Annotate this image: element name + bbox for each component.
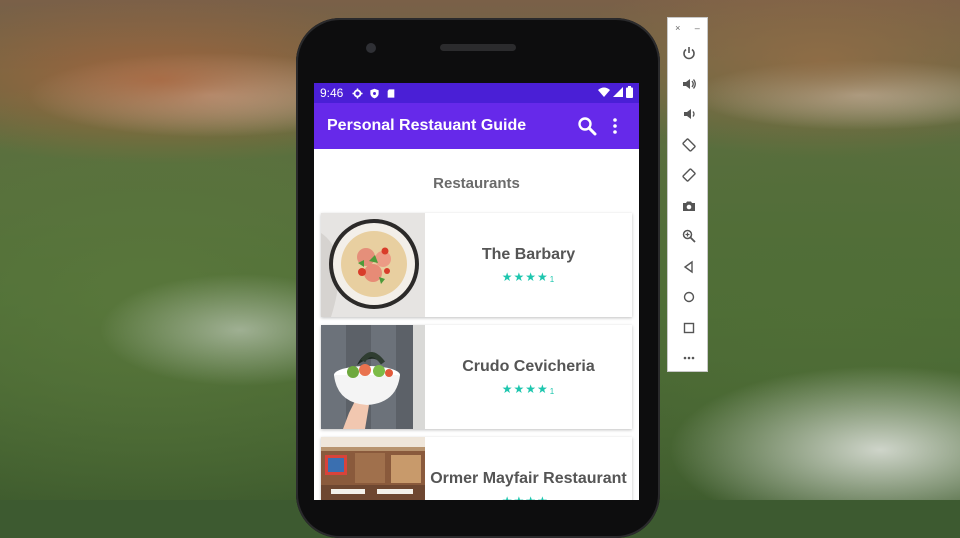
power-button[interactable] bbox=[668, 38, 709, 69]
wifi-icon bbox=[598, 86, 610, 100]
search-icon bbox=[578, 117, 597, 136]
minimize-window-button[interactable]: – bbox=[695, 23, 700, 33]
back-icon bbox=[683, 260, 693, 274]
restaurant-photo bbox=[321, 325, 425, 429]
restaurant-card[interactable]: Crudo Cevicheria ★★★★ 1 bbox=[321, 325, 632, 429]
restaurant-name: The Barbary bbox=[481, 246, 576, 263]
phone-screen: 9:46 Personal Restauant Guide Restaurant… bbox=[314, 83, 639, 500]
overview-icon bbox=[683, 322, 694, 333]
restaurant-info: The Barbary ★★★★ 1 bbox=[425, 213, 632, 317]
back-button[interactable] bbox=[668, 252, 709, 283]
rating-bar: ★★★★ 1 bbox=[502, 494, 555, 500]
section-title: Restaurants bbox=[433, 175, 520, 192]
restaurant-info: Ormer Mayfair Restaurant ★★★★ 1 bbox=[425, 437, 632, 500]
rating-stars: ★★★★ bbox=[502, 494, 549, 500]
zoom-icon bbox=[682, 230, 696, 243]
status-time: 9:46 bbox=[320, 86, 344, 100]
rating-bar: ★★★★ 1 bbox=[502, 270, 555, 284]
status-bar: 9:46 bbox=[314, 83, 639, 103]
earpiece-speaker bbox=[440, 44, 516, 51]
volume-up-icon bbox=[682, 78, 696, 89]
emulator-toolbar: × – bbox=[667, 17, 708, 372]
app-title: Personal Restauant Guide bbox=[327, 117, 527, 134]
rotate-right-button[interactable] bbox=[668, 160, 709, 191]
status-right-icons bbox=[598, 85, 633, 101]
app-bar: Personal Restauant Guide bbox=[314, 103, 639, 149]
rating-count: 1 bbox=[549, 387, 556, 396]
volume-up-button[interactable] bbox=[668, 69, 709, 100]
rotate-right-icon bbox=[681, 168, 696, 182]
signal-icon bbox=[613, 86, 623, 100]
restaurant-photo bbox=[321, 437, 425, 500]
overflow-menu-button[interactable] bbox=[601, 112, 629, 140]
volume-down-button[interactable] bbox=[668, 99, 709, 130]
rating-stars: ★★★★ bbox=[501, 382, 549, 396]
rotate-left-button[interactable] bbox=[668, 130, 709, 161]
overview-button[interactable] bbox=[668, 313, 709, 344]
home-button[interactable] bbox=[668, 282, 709, 313]
rating-stars: ★★★★ bbox=[501, 270, 549, 284]
restaurant-photo bbox=[321, 213, 425, 317]
rating-bar: ★★★★ 1 bbox=[502, 382, 555, 396]
settings-icon bbox=[351, 87, 363, 99]
restaurant-name: Ormer Mayfair Restaurant bbox=[430, 470, 627, 487]
search-button[interactable] bbox=[573, 112, 601, 140]
more-vert-icon bbox=[613, 118, 617, 134]
shield-icon bbox=[368, 87, 380, 99]
screenshot-button[interactable] bbox=[668, 191, 709, 222]
restaurant-info: Crudo Cevicheria ★★★★ 1 bbox=[425, 325, 632, 429]
more-options-button[interactable] bbox=[668, 343, 709, 374]
restaurant-card[interactable]: The Barbary ★★★★ 1 bbox=[321, 213, 632, 317]
restaurant-name: Crudo Cevicheria bbox=[462, 358, 595, 375]
sd-card-icon bbox=[385, 87, 397, 99]
home-icon bbox=[683, 292, 694, 303]
battery-icon bbox=[626, 85, 633, 101]
camera-icon bbox=[682, 201, 695, 211]
rotate-left-icon bbox=[681, 138, 696, 152]
toolbar-window-controls: × – bbox=[668, 18, 707, 38]
zoom-button[interactable] bbox=[668, 221, 709, 252]
restaurant-card[interactable]: Ormer Mayfair Restaurant ★★★★ 1 bbox=[321, 437, 632, 500]
front-camera bbox=[366, 43, 376, 53]
volume-down-icon bbox=[683, 109, 695, 120]
power-icon bbox=[682, 47, 695, 60]
close-window-button[interactable]: × bbox=[675, 23, 680, 33]
rating-count: 1 bbox=[549, 275, 556, 284]
more-icon bbox=[683, 356, 694, 360]
